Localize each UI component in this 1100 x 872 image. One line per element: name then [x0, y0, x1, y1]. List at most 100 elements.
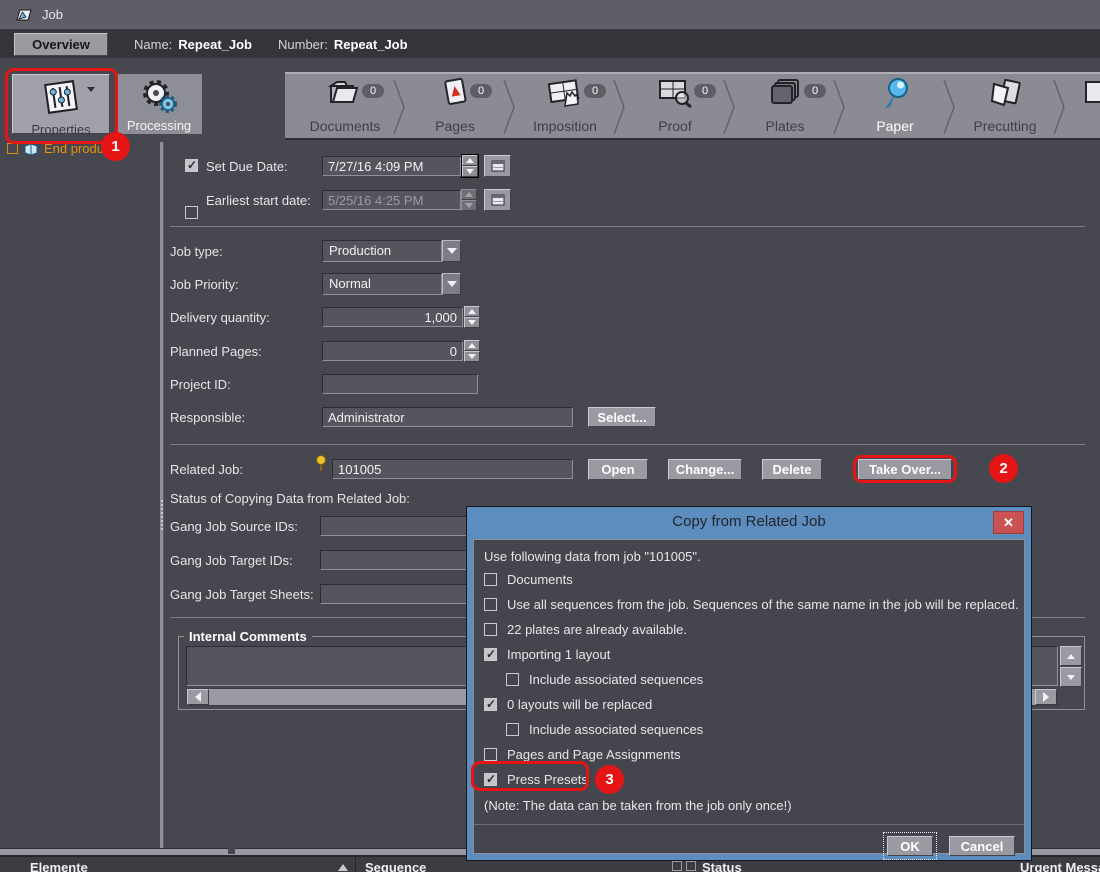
- ok-button[interactable]: OK: [887, 836, 933, 856]
- job-name-value: Repeat_Job: [178, 37, 252, 52]
- tab-documents[interactable]: 0 Documents: [290, 74, 400, 138]
- column-divider: [355, 857, 356, 872]
- planned-pages-label: Planned Pages:: [170, 344, 262, 359]
- planned-pages-spinner[interactable]: [464, 340, 480, 362]
- dialog-option-label: Include associated sequences: [529, 722, 703, 737]
- include-sequences-checkbox[interactable]: [506, 723, 519, 736]
- gang-target-label: Gang Job Target IDs:: [170, 553, 293, 568]
- pages-count-badge: 0: [470, 84, 492, 98]
- use-all-sequences-checkbox[interactable]: [484, 598, 497, 611]
- job-type-select[interactable]: Production: [322, 240, 442, 262]
- planned-pages-input[interactable]: [322, 341, 463, 361]
- documents-count-badge: 0: [362, 84, 384, 98]
- column-status[interactable]: Status: [702, 860, 742, 872]
- press-presets-checkbox[interactable]: [484, 773, 497, 786]
- set-due-date-checkbox[interactable]: [185, 159, 198, 172]
- gang-sheets-input[interactable]: [320, 584, 472, 604]
- sheet-hand-icon: [546, 77, 584, 108]
- dialog-body: Use following data from job "101005". Do…: [473, 539, 1025, 854]
- close-icon[interactable]: ✕: [993, 511, 1024, 534]
- annotation-step-2: 2: [989, 454, 1018, 483]
- importing-layout-checkbox[interactable]: [484, 648, 497, 661]
- tab-precutting[interactable]: Precutting: [950, 74, 1060, 138]
- properties-button[interactable]: Properties: [12, 74, 110, 134]
- responsible-input[interactable]: [322, 407, 573, 427]
- earliest-start-spinner: [461, 189, 477, 211]
- annotation-step-3: 3: [595, 765, 624, 794]
- tab-separator: [503, 76, 517, 138]
- dialog-option-label: Press Presets: [507, 772, 588, 787]
- tab-proof[interactable]: 0 Proof: [620, 74, 730, 138]
- pages-assignments-checkbox[interactable]: [484, 748, 497, 761]
- yellow-pin-icon: [314, 454, 328, 474]
- delivery-quantity-input[interactable]: [322, 307, 463, 327]
- folder-icon: [327, 78, 363, 108]
- form-separator: [170, 226, 1085, 227]
- job-icon: [14, 7, 34, 23]
- column-elements[interactable]: Elemente: [30, 860, 88, 872]
- form-separator: [170, 444, 1085, 445]
- delivery-quantity-label: Delivery quantity:: [170, 310, 270, 325]
- proof-count-badge: 0: [694, 84, 716, 98]
- due-date-input[interactable]: [322, 156, 461, 176]
- related-job-label: Related Job:: [170, 462, 243, 477]
- imposition-count-badge: 0: [584, 84, 606, 98]
- gang-source-label: Gang Job Source IDs:: [170, 519, 298, 534]
- vertical-splitter[interactable]: [160, 142, 164, 848]
- scroll-down-button[interactable]: [1060, 667, 1082, 687]
- calendar-icon: [491, 194, 505, 206]
- gang-source-input[interactable]: [320, 516, 472, 536]
- window-titlebar: Job: [0, 0, 1100, 30]
- delivery-quantity-spinner[interactable]: [464, 306, 480, 328]
- earliest-start-picker-button[interactable]: [484, 189, 511, 211]
- gang-target-input[interactable]: [320, 550, 472, 570]
- change-button[interactable]: Change...: [668, 459, 742, 480]
- open-button[interactable]: Open: [588, 459, 648, 480]
- include-sequences-checkbox[interactable]: [506, 673, 519, 686]
- job-priority-dropdown-arrow[interactable]: [442, 273, 461, 295]
- job-number-label: Number:: [278, 37, 328, 52]
- due-date-picker-button[interactable]: [484, 155, 511, 177]
- tab-separator: [723, 76, 737, 138]
- scroll-up-button[interactable]: [1060, 646, 1082, 666]
- column-sequence[interactable]: Sequence: [365, 860, 426, 872]
- grid-icon[interactable]: [686, 861, 696, 871]
- tab-pages[interactable]: 0 Pages: [400, 74, 510, 138]
- earliest-start-label: Earliest start date:: [206, 193, 311, 208]
- dialog-option-row: Include associated sequences: [506, 721, 703, 737]
- sort-ascending-icon[interactable]: [338, 864, 348, 871]
- select-button[interactable]: Select...: [588, 407, 656, 427]
- documents-checkbox[interactable]: [484, 573, 497, 586]
- splitter-handle[interactable]: [161, 500, 163, 530]
- overview-tab[interactable]: Overview: [14, 33, 108, 56]
- layouts-replaced-checkbox[interactable]: [484, 698, 497, 711]
- scroll-right-button[interactable]: [1035, 689, 1057, 705]
- dialog-intro: Use following data from job "101005".: [484, 549, 701, 564]
- job-type-dropdown-arrow[interactable]: [442, 240, 461, 262]
- dialog-option-row: Importing 1 layout: [484, 646, 610, 662]
- menu-row: Overview Name: Repeat_Job Number: Repeat…: [0, 30, 1100, 58]
- sidebar-item-end-product[interactable]: End product: [7, 141, 114, 156]
- job-priority-select[interactable]: Normal: [322, 273, 442, 295]
- end-product-checkbox[interactable]: [7, 143, 18, 154]
- project-id-input[interactable]: [322, 374, 478, 394]
- job-priority-label: Job Priority:: [170, 277, 239, 292]
- take-over-button[interactable]: Take Over...: [858, 459, 952, 480]
- tab-imposition[interactable]: 0 Imposition: [510, 74, 620, 138]
- earliest-start-input: [322, 190, 461, 210]
- plates-available-checkbox[interactable]: [484, 623, 497, 636]
- due-date-spinner[interactable]: [461, 154, 479, 178]
- cancel-button[interactable]: Cancel: [949, 836, 1015, 856]
- processing-button[interactable]: Processing: [116, 74, 202, 134]
- dialog-title: Copy from Related Job: [467, 507, 1031, 539]
- tab-separator: [393, 76, 407, 138]
- tab-plates[interactable]: 0 Plates: [730, 74, 840, 138]
- processing-button-label: Processing: [127, 118, 191, 133]
- workflow-tab-strip: 0 Documents 0 Pages 0 Imposition 0 Proof…: [285, 72, 1100, 140]
- grid-icon[interactable]: [672, 861, 682, 871]
- earliest-start-checkbox[interactable]: [185, 206, 198, 219]
- delete-button[interactable]: Delete: [762, 459, 822, 480]
- related-job-input[interactable]: [332, 459, 573, 479]
- tab-paper[interactable]: Paper: [840, 74, 950, 138]
- scroll-left-button[interactable]: [187, 689, 209, 705]
